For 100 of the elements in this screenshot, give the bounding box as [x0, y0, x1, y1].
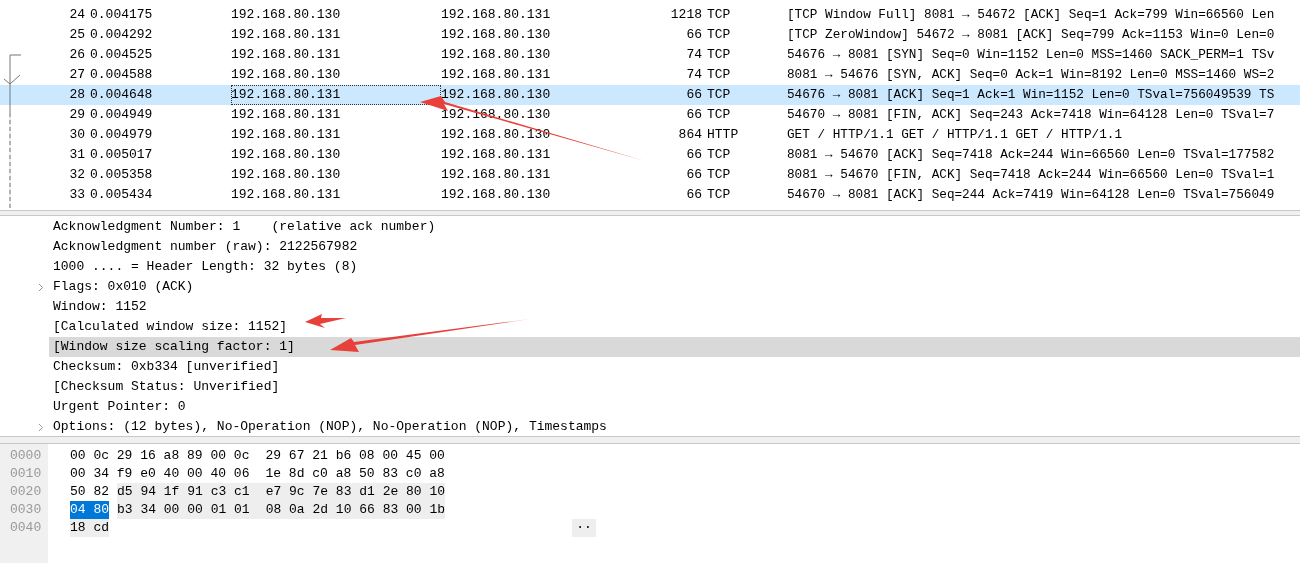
protocol: TCP	[707, 186, 731, 204]
packet-number: 28	[69, 86, 85, 104]
protocol: TCP	[707, 86, 731, 104]
packet-info: 54676 → 8081 [SYN] Seq=0 Win=1152 Len=0 MSS=1460 SACK_PERM=1 TSv	[787, 46, 1275, 64]
source-address: 192.168.80.131	[231, 186, 341, 204]
source-address: 192.168.80.131	[231, 26, 341, 44]
packet-number: 26	[69, 46, 85, 64]
packet-info: 54670 → 8081 [ACK] Seq=244 Ack=7419 Win=64128 Len=0 TSval=756049	[787, 186, 1275, 204]
packet-row[interactable]: 32 0.005358 192.168.80.130 192.168.80.131 66 TCP 8081 → 54670 [FIN, ACK] Seq=7418 Ack=244 Win=66560 Len=0 TSval=1	[0, 165, 1300, 185]
packet-row[interactable]: 25 0.004292 192.168.80.131 192.168.80.130 66 TCP [TCP ZeroWindow] 54672 → 8081 [ACK] Seq=799 Ack=1153 Win=0 Len=0	[0, 25, 1300, 45]
source-address: 192.168.80.131	[231, 126, 341, 144]
hex-bytes[interactable]: 00 34 f9 e0 40 00 40 06	[70, 465, 250, 483]
source-address: 192.168.80.131	[231, 85, 441, 105]
packet-length: 1218	[670, 6, 702, 24]
packet-number: 30	[69, 126, 85, 144]
detail-field[interactable]: Window: 1152	[49, 297, 1300, 317]
ascii-bytes: ··	[572, 519, 596, 537]
packet-time: 0.005434	[90, 186, 153, 204]
destination-address: 192.168.80.130	[441, 46, 551, 64]
packet-info: 8081 → 54670 [ACK] Seq=7418 Ack=244 Win=66560 Len=0 TSval=177582	[787, 146, 1275, 164]
byte-offset: 0020	[9, 483, 43, 501]
packet-info: 8081 → 54676 [SYN, ACK] Seq=0 Ack=1 Win=8192 Len=0 MSS=1460 WS=2	[787, 66, 1275, 84]
packet-length: 864	[678, 126, 702, 144]
packet-length: 66	[686, 26, 702, 44]
hex-bytes[interactable]: 1e 8d c0 a8 50 83 c0 a8	[265, 465, 445, 483]
packet-number: 29	[69, 106, 85, 124]
packet-length: 66	[686, 86, 702, 104]
byte-offset: 0000	[9, 447, 43, 465]
hex-bytes[interactable]: 29 67 21 b6 08 00 45 00	[265, 447, 445, 465]
destination-address: 192.168.80.130	[441, 126, 551, 144]
source-address: 192.168.80.130	[231, 66, 341, 84]
source-address: 192.168.80.131	[231, 106, 341, 124]
packet-time: 0.004648	[90, 86, 153, 104]
packet-time: 0.005358	[90, 166, 153, 184]
packet-number: 24	[69, 6, 85, 24]
packet-info: 8081 → 54670 [FIN, ACK] Seq=7418 Ack=244 Win=66560 Len=0 TSval=1	[787, 166, 1275, 184]
packet-row[interactable]: 33 0.005434 192.168.80.131 192.168.80.130 66 TCP 54670 → 8081 [ACK] Seq=244 Ack=7419 Win=64128 Len=0 TSval=756049	[0, 185, 1300, 205]
destination-address: 192.168.80.131	[441, 166, 551, 184]
destination-address: 192.168.80.130	[441, 186, 551, 204]
detail-field[interactable]: Checksum: 0xb334 [unverified]	[49, 357, 1300, 377]
hex-bytes[interactable]: d5 94 1f 91 c3 c1	[117, 483, 250, 501]
byte-offset: 0040	[9, 519, 43, 537]
protocol: TCP	[707, 46, 731, 64]
packet-time: 0.004175	[90, 6, 153, 24]
destination-address: 192.168.80.131	[441, 146, 551, 164]
detail-field[interactable]: [Calculated window size: 1152]	[49, 317, 1300, 337]
detail-field[interactable]: Urgent Pointer: 0	[49, 397, 1300, 417]
protocol: TCP	[707, 166, 731, 184]
source-address: 192.168.80.130	[231, 166, 341, 184]
source-address: 192.168.80.130	[231, 6, 341, 24]
hex-bytes[interactable]: 18 cd	[70, 519, 109, 537]
destination-address: 192.168.80.130	[441, 26, 551, 44]
packet-row[interactable]: 28 0.004648 192.168.80.131 192.168.80.130 66 TCP 54676 → 8081 [ACK] Seq=1 Ack=1 Win=1152 Len=0 TSval=756049539 TS	[0, 85, 1300, 105]
hex-bytes[interactable]: 04 80	[70, 501, 109, 519]
packet-info: [TCP Window Full] 8081 → 54672 [ACK] Seq=1 Ack=799 Win=66560 Len	[787, 6, 1275, 24]
destination-address: 192.168.80.130	[441, 86, 551, 104]
packet-info: [TCP ZeroWindow] 54672 → 8081 [ACK] Seq=799 Ack=1153 Win=0 Len=0	[787, 26, 1275, 44]
destination-address: 192.168.80.131	[441, 66, 551, 84]
packet-row[interactable]: 26 0.004525 192.168.80.131 192.168.80.130 74 TCP 54676 → 8081 [SYN] Seq=0 Win=1152 Len=0 MSS=1460 SACK_PERM=1 TSv	[0, 45, 1300, 65]
detail-field[interactable]: [Checksum Status: Unverified]	[49, 377, 1300, 397]
protocol: TCP	[707, 6, 731, 24]
protocol: HTTP	[707, 126, 739, 144]
packet-number: 33	[69, 186, 85, 204]
detail-field[interactable]: 1000 .... = Header Length: 32 bytes (8)	[49, 257, 1300, 277]
packet-length: 66	[686, 186, 702, 204]
detail-field[interactable]: Acknowledgment number (raw): 2122567982	[49, 237, 1300, 257]
detail-field[interactable]: Acknowledgment Number: 1 (relative ack number)	[49, 217, 1300, 237]
hex-bytes[interactable]: 08 0a 2d 10 66 83 00 1b	[249, 501, 446, 519]
detail-field[interactable]: Options: (12 bytes), No-Operation (NOP), No-Operation (NOP), Timestamps	[49, 417, 1300, 437]
source-address: 192.168.80.131	[231, 46, 341, 64]
packet-row[interactable]: 31 0.005017 192.168.80.130 192.168.80.131 66 TCP 8081 → 54670 [ACK] Seq=7418 Ack=244 Win=66560 Len=0 TSval=177582	[0, 145, 1300, 165]
packet-time: 0.004979	[90, 126, 153, 144]
packet-number: 25	[69, 26, 85, 44]
packet-number: 31	[69, 146, 85, 164]
protocol: TCP	[707, 66, 731, 84]
packet-row[interactable]: 30 0.004979 192.168.80.131 192.168.80.130 864 HTTP GET / HTTP/1.1 GET / HTTP/1.1 GET / HTTP/1.1	[0, 125, 1300, 145]
protocol: TCP	[707, 106, 731, 124]
hex-bytes[interactable]: 00 0c 29 16 a8 89 00 0c	[70, 447, 250, 465]
packet-time: 0.004525	[90, 46, 153, 64]
packet-number: 32	[69, 166, 85, 184]
hex-bytes[interactable]: b3 34 00 00 01 01	[117, 501, 250, 519]
packet-time: 0.005017	[90, 146, 153, 164]
detail-field[interactable]: Flags: 0x010 (ACK)	[49, 277, 1300, 297]
packet-info: 54670 → 8081 [FIN, ACK] Seq=243 Ack=7418 Win=64128 Len=0 TSval=7	[787, 106, 1275, 124]
protocol: TCP	[707, 26, 731, 44]
source-address: 192.168.80.130	[231, 146, 341, 164]
packet-length: 74	[686, 66, 702, 84]
packet-row[interactable]: 27 0.004588 192.168.80.130 192.168.80.131 74 TCP 8081 → 54676 [SYN, ACK] Seq=0 Ack=1 Win=8192 Len=0 MSS=1460 WS=2	[0, 65, 1300, 85]
pane-splitter[interactable]	[0, 436, 1300, 444]
packet-row[interactable]: 24 0.004175 192.168.80.130 192.168.80.131 1218 TCP [TCP Window Full] 8081 → 54672 [ACK] Seq=1 Ack=799 Win=66560 Len	[0, 5, 1300, 25]
packet-length: 66	[686, 166, 702, 184]
hex-bytes[interactable]: 50 82	[70, 483, 109, 501]
packet-time: 0.004949	[90, 106, 153, 124]
detail-field[interactable]: [Window size scaling factor: 1]	[49, 337, 1300, 357]
packet-length: 66	[686, 106, 702, 124]
packet-info: GET / HTTP/1.1 GET / HTTP/1.1 GET / HTTP/1.1	[787, 126, 1122, 144]
hex-bytes[interactable]: e7 9c 7e 83 d1 2e 80 10	[249, 483, 446, 501]
packet-time: 0.004588	[90, 66, 153, 84]
packet-length: 74	[686, 46, 702, 64]
packet-info: 54676 → 8081 [ACK] Seq=1 Ack=1 Win=1152 Len=0 TSval=756049539 TS	[787, 86, 1275, 104]
